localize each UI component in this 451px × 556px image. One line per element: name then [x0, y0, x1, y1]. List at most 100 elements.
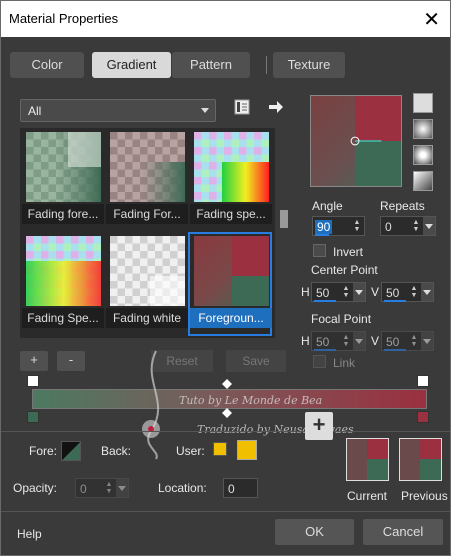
opacity-stop-left[interactable] — [27, 375, 39, 387]
focal-h-slider-bar — [314, 349, 336, 351]
gallery-scrollbar[interactable] — [280, 128, 288, 338]
fore-color-swatch[interactable] — [61, 441, 81, 461]
chevron-down-icon[interactable] — [423, 217, 435, 235]
save-button[interactable]: Save — [226, 350, 286, 372]
link-checkbox[interactable] — [313, 355, 326, 368]
linear-style-icon[interactable] — [413, 93, 433, 113]
chevron-down-icon[interactable] — [421, 332, 433, 350]
center-h-spinner[interactable]: 50 ▲ ▼ — [311, 282, 366, 302]
user-color-picker[interactable] — [237, 440, 257, 460]
color-stop-right[interactable] — [417, 411, 429, 423]
color-midpoint-icon[interactable] — [222, 408, 232, 418]
angle-slider-bar — [315, 234, 329, 236]
remove-gradient-button[interactable]: - — [57, 351, 85, 371]
material-properties-dialog: Material Properties ✕ Color Gradient Pat… — [0, 0, 451, 556]
gradient-thumbnail — [194, 132, 269, 202]
previous-material-swatch[interactable] — [399, 438, 442, 481]
repeats-spinner[interactable]: 0 ▲ ▼ — [380, 216, 436, 236]
gallery-item-label: Fading Spe... — [22, 308, 104, 328]
scrollbar-thumb[interactable] — [280, 210, 288, 228]
current-material-swatch[interactable] — [346, 438, 389, 481]
gradient-gallery: Fading fore... Fading For... Fading spe.… — [20, 128, 275, 338]
help-link[interactable]: Help — [17, 527, 42, 541]
open-folder-icon[interactable] — [233, 98, 251, 116]
location-input[interactable]: 0 — [223, 478, 258, 498]
category-dropdown[interactable]: All — [20, 99, 216, 122]
gallery-item-label: Fading white — [106, 308, 188, 328]
gallery-item-label: Fading fore... — [22, 204, 104, 224]
gallery-item[interactable]: Fading Spe... — [22, 234, 104, 334]
focal-v-value: 50 — [386, 335, 400, 349]
invert-label: Invert — [333, 245, 364, 259]
angle-spinner[interactable]: 90 ▲ ▼ — [312, 216, 365, 236]
watermark-text-1: Tuto by Le Monde de Bea — [179, 394, 323, 407]
divider — [1, 431, 450, 432]
center-v-value: 50 — [386, 286, 400, 300]
window-title: Material Properties — [9, 11, 119, 26]
center-h-label: H — [301, 285, 310, 299]
opacity-spinner[interactable]: 0 ▲ ▼ — [75, 478, 129, 498]
previous-label: Previous — [401, 489, 448, 503]
angle-value: 90 — [315, 220, 333, 234]
chevron-down-icon[interactable] — [353, 283, 365, 301]
focal-h-spinner[interactable]: 50 ▲ ▼ — [311, 331, 366, 351]
rectangular-style-icon[interactable] — [413, 119, 433, 139]
gradient-thumbnail — [26, 236, 101, 306]
gallery-item-label: Fading For... — [106, 204, 188, 224]
gradient-thumbnail — [194, 236, 269, 306]
spinner-arrows-icon[interactable]: ▲ ▼ — [341, 285, 351, 299]
tab-separator — [266, 56, 267, 74]
focal-h-label: H — [301, 334, 310, 348]
tab-texture[interactable]: Texture — [273, 52, 345, 78]
focal-v-label: V — [371, 334, 380, 348]
invert-checkbox[interactable] — [313, 244, 326, 257]
ok-button[interactable]: OK — [275, 519, 354, 545]
add-swatch-button[interactable]: + — [305, 412, 333, 440]
gradient-preview[interactable] — [310, 95, 402, 187]
gradient-thumbnail — [110, 236, 185, 306]
tab-gradient[interactable]: Gradient — [92, 52, 171, 78]
radial-style-icon[interactable] — [413, 171, 433, 191]
gallery-item[interactable]: Fading For... — [106, 130, 188, 230]
spinner-arrows-icon[interactable]: ▲ ▼ — [411, 219, 421, 233]
close-icon[interactable]: ✕ — [423, 7, 440, 32]
gallery-item-label: Fading spe... — [190, 204, 272, 224]
location-label: Location: — [158, 481, 207, 495]
add-gradient-button[interactable]: + — [20, 351, 48, 371]
repeats-label: Repeats — [380, 199, 425, 213]
opacity-label: Opacity: — [13, 481, 58, 495]
gallery-item[interactable]: Fading fore... — [22, 130, 104, 230]
divider — [1, 511, 450, 512]
gallery-item[interactable]: Fading white — [106, 234, 188, 334]
opacity-midpoint-icon[interactable] — [222, 379, 232, 389]
center-v-label: V — [371, 285, 380, 299]
sunburst-style-icon[interactable] — [413, 145, 433, 165]
center-v-spinner[interactable]: 50 ▲ ▼ — [381, 282, 434, 302]
gallery-item-selected[interactable]: Foregroun... — [188, 232, 272, 336]
tab-pattern[interactable]: Pattern — [172, 52, 250, 78]
chevron-down-icon[interactable] — [421, 283, 433, 301]
gradient-thumbnail — [110, 132, 185, 202]
spinner-arrows-icon[interactable]: ▲ ▼ — [409, 285, 419, 299]
spinner-arrows-icon[interactable]: ▲ ▼ — [352, 219, 362, 233]
fore-label: Fore: — [29, 444, 58, 458]
gradient-thumbnail — [26, 132, 101, 202]
category-value: All — [28, 104, 42, 118]
spinner-arrows-icon[interactable]: ▲ ▼ — [409, 334, 419, 348]
chevron-down-icon[interactable] — [353, 332, 365, 350]
gallery-item[interactable]: Fading spe... — [190, 130, 272, 230]
arrow-right-icon[interactable] — [267, 98, 285, 116]
focal-point-label: Focal Point — [311, 312, 372, 326]
cancel-button[interactable]: Cancel — [363, 519, 443, 545]
opacity-stop-right[interactable] — [417, 375, 429, 387]
gallery-item-label: Foregroun... — [190, 308, 272, 328]
user-color-swatch[interactable] — [213, 442, 227, 456]
spinner-arrows-icon[interactable]: ▲ ▼ — [341, 334, 351, 348]
chevron-down-icon[interactable] — [116, 479, 128, 497]
center-h-value: 50 — [316, 286, 330, 300]
tab-color[interactable]: Color — [10, 52, 84, 78]
focal-v-spinner[interactable]: 50 ▲ ▼ — [381, 331, 434, 351]
chevron-down-icon — [201, 108, 209, 113]
color-stop-left[interactable] — [27, 411, 39, 423]
spinner-arrows-icon[interactable]: ▲ ▼ — [104, 481, 114, 495]
